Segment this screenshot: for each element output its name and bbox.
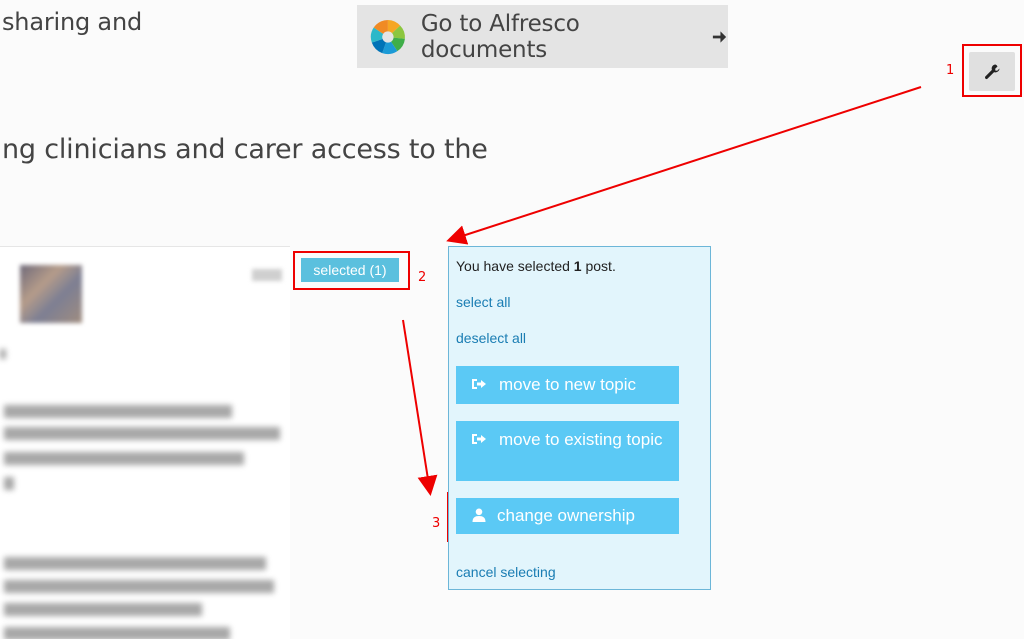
selection-message: You have selected 1 post. bbox=[456, 258, 616, 274]
arrow-right-icon bbox=[712, 30, 727, 43]
change-ownership-label: change ownership bbox=[497, 506, 635, 525]
annotation-box-1 bbox=[962, 44, 1022, 97]
go-to-alfresco-button[interactable]: Go to Alfresco documents bbox=[357, 5, 728, 68]
move-to-existing-topic-button[interactable]: move to existing topic bbox=[456, 421, 679, 481]
move-icon bbox=[472, 379, 486, 389]
move-to-existing-topic-label: move to existing topic bbox=[499, 430, 663, 449]
annotation-number-3: 3 bbox=[432, 516, 441, 531]
go-to-alfresco-label: Go to Alfresco documents bbox=[420, 10, 580, 63]
blurred-text bbox=[4, 580, 274, 593]
deselect-all-link[interactable]: deselect all bbox=[456, 330, 526, 346]
annotation-number-1: 1 bbox=[946, 63, 955, 78]
move-to-new-topic-button[interactable]: move to new topic bbox=[456, 366, 679, 404]
annotation-number-2: 2 bbox=[418, 270, 427, 285]
user-icon bbox=[472, 508, 486, 522]
select-all-link[interactable]: select all bbox=[456, 294, 510, 310]
selected-posts-button[interactable]: selected (1) bbox=[301, 258, 399, 282]
page-heading-fragment: sharing and bbox=[2, 8, 142, 36]
cancel-selecting-link[interactable]: cancel selecting bbox=[456, 564, 556, 580]
alfresco-logo-icon bbox=[370, 19, 405, 54]
post-card bbox=[0, 246, 290, 639]
move-icon bbox=[472, 434, 486, 444]
selected-count: 1 bbox=[573, 258, 582, 274]
move-to-new-topic-label: move to new topic bbox=[499, 375, 637, 394]
blurred-text bbox=[4, 427, 280, 440]
blurred-text bbox=[4, 557, 266, 570]
blurred-text bbox=[0, 349, 6, 359]
discussion-title-fragment: ng clinicians and carer access to the bbox=[2, 134, 488, 165]
blurred-text bbox=[4, 477, 14, 490]
annotation-arrow-2 bbox=[402, 319, 438, 496]
blurred-text bbox=[4, 405, 232, 418]
moderation-panel: You have selected 1 post. select all des… bbox=[448, 246, 711, 590]
change-ownership-button[interactable]: change ownership bbox=[456, 498, 679, 534]
blurred-text bbox=[4, 452, 244, 465]
blurred-text bbox=[4, 627, 230, 639]
avatar bbox=[20, 265, 82, 323]
blurred-text bbox=[4, 603, 202, 616]
annotation-arrow-1 bbox=[446, 86, 922, 245]
post-date-blurred bbox=[252, 269, 282, 281]
